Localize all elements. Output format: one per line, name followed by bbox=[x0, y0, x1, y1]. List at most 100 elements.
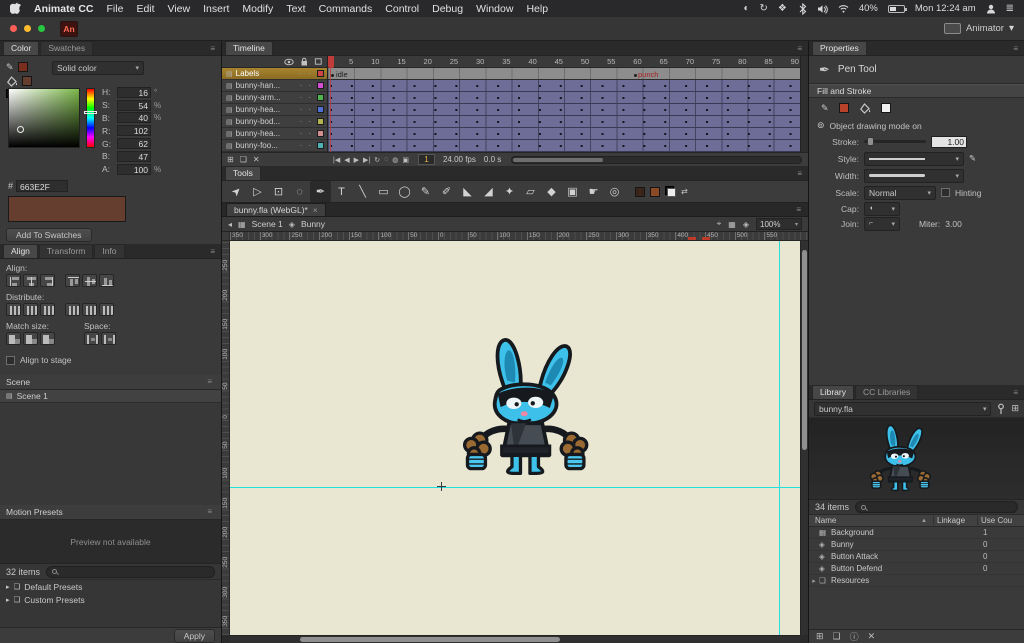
vertical-ruler[interactable]: 25020015010050050100150200250300350 bbox=[222, 241, 230, 635]
layer-visibility-dot[interactable] bbox=[300, 81, 303, 90]
timeline-layer-frames[interactable] bbox=[328, 92, 800, 104]
stage-canvas[interactable] bbox=[230, 241, 800, 635]
close-document-icon[interactable]: × bbox=[313, 206, 318, 215]
playhead-handle[interactable] bbox=[328, 56, 334, 68]
add-to-swatches-button[interactable]: Add To Swatches bbox=[6, 228, 92, 242]
layer-lock-dot[interactable] bbox=[308, 69, 311, 78]
color-value-input[interactable]: 54 bbox=[117, 100, 151, 111]
dropbox-icon[interactable]: ❖ bbox=[778, 4, 787, 14]
current-frame-field[interactable]: 1 bbox=[418, 154, 435, 165]
current-color-swatch[interactable] bbox=[8, 196, 126, 222]
space-vertical-button[interactable] bbox=[84, 332, 99, 345]
lasso-tool-button[interactable]: ◌ bbox=[289, 181, 310, 202]
layer-visibility-dot[interactable] bbox=[300, 117, 303, 126]
menubar-menu[interactable]: Text bbox=[286, 3, 305, 15]
scene-list-item[interactable]: ▤ Scene 1 bbox=[0, 390, 221, 403]
go-to-first-frame-button[interactable]: |◀ bbox=[333, 156, 340, 164]
back-button[interactable]: ◂ bbox=[228, 220, 232, 229]
distribute-vertical-center-button[interactable] bbox=[23, 303, 38, 316]
eraser-tool-button[interactable]: ▱ bbox=[520, 181, 541, 202]
workspace-switcher[interactable]: Animator ▾ bbox=[944, 23, 1014, 34]
menubar-menu[interactable]: Control bbox=[385, 3, 419, 15]
new-folder-button[interactable]: ❏ bbox=[240, 155, 247, 164]
apple-menu-icon[interactable] bbox=[10, 2, 21, 15]
stroke-pencil-icon[interactable]: ✎ bbox=[6, 62, 14, 73]
layer-outline-color-swatch[interactable] bbox=[317, 82, 324, 89]
timeline-layer-frames[interactable] bbox=[328, 80, 800, 92]
toolbar-fill-color-chip[interactable] bbox=[650, 187, 660, 197]
color-value-input[interactable]: 40 bbox=[117, 112, 151, 123]
library-item[interactable]: ◈ Button Attack 0 bbox=[809, 551, 1024, 563]
layer-lock-dot[interactable] bbox=[308, 81, 311, 90]
horizontal-guide[interactable] bbox=[230, 487, 800, 488]
library-item[interactable]: ▦ Background 1 bbox=[809, 527, 1024, 539]
slider-thumb[interactable] bbox=[867, 137, 874, 146]
tab-library[interactable]: Library bbox=[812, 385, 854, 399]
menubar-menu[interactable]: Help bbox=[526, 3, 548, 15]
step-back-button[interactable]: ◀ bbox=[344, 156, 349, 164]
edit-stroke-style-icon[interactable]: ✎ bbox=[969, 153, 976, 164]
preset-folder-row[interactable]: ▸ ❏ Default Presets bbox=[0, 580, 221, 593]
layer-lock-dot[interactable] bbox=[308, 93, 311, 102]
layer-lock-dot[interactable] bbox=[308, 117, 311, 126]
timeline-layer[interactable]: Labels bbox=[222, 68, 327, 80]
color-value-input[interactable]: 102 bbox=[117, 125, 151, 136]
ink-bottle-tool-button[interactable]: ◢ bbox=[478, 181, 499, 202]
align-top-button[interactable] bbox=[65, 274, 80, 287]
tab-timeline[interactable]: Timeline bbox=[225, 41, 273, 55]
distribute-bottom-button[interactable] bbox=[40, 303, 55, 316]
expander-icon[interactable]: ▸ bbox=[809, 577, 819, 585]
join-select[interactable]: ⌐ ▾ bbox=[864, 217, 900, 231]
library-document-select[interactable]: bunny.fla ▾ bbox=[814, 402, 991, 416]
menubar-menu[interactable]: Insert bbox=[203, 3, 229, 15]
timeline-frames-area[interactable]: 51015202530354045505560657075808590 idle… bbox=[328, 56, 800, 152]
layer-visibility-dot[interactable] bbox=[300, 93, 303, 102]
timeline-layer[interactable]: bunny-hea... bbox=[222, 104, 327, 116]
delete-item-button[interactable]: ✕ bbox=[868, 631, 876, 642]
library-item[interactable]: ◈ Button Defend 0 bbox=[809, 563, 1024, 575]
library-item[interactable]: ◈ Bunny 0 bbox=[809, 539, 1024, 551]
new-symbol-button[interactable]: ⊞ bbox=[816, 631, 824, 642]
timeline-layer-frames[interactable] bbox=[328, 104, 800, 116]
timeline-layer[interactable]: bunny-bod... bbox=[222, 116, 327, 128]
breadcrumb-symbol[interactable]: Bunny bbox=[301, 219, 325, 229]
document-tab[interactable]: bunny.fla (WebGL)* × bbox=[226, 203, 326, 216]
show-hide-all-layers-icon[interactable] bbox=[284, 58, 294, 66]
menubar-menu[interactable]: Edit bbox=[136, 3, 154, 15]
zoom-window-button[interactable] bbox=[38, 25, 45, 32]
apply-preset-button[interactable]: Apply bbox=[174, 629, 215, 643]
onion-skin-outlines-button[interactable]: ◍ bbox=[392, 156, 398, 164]
space-horizontal-button[interactable] bbox=[101, 332, 116, 345]
cap-select[interactable]: ◖ ▾ bbox=[864, 202, 900, 216]
miter-value[interactable]: 3.00 bbox=[945, 219, 962, 229]
panel-menu-icon[interactable]: ≡ bbox=[794, 44, 805, 55]
user-icon[interactable] bbox=[986, 4, 996, 14]
pencil-tool-button[interactable]: ✎ bbox=[415, 181, 436, 202]
align-right-button[interactable] bbox=[40, 274, 55, 287]
layer-visibility-dot[interactable] bbox=[300, 69, 303, 78]
free-transform-tool-button[interactable]: ⊡ bbox=[268, 181, 289, 202]
tab-color[interactable]: Color bbox=[3, 41, 39, 55]
panel-menu-icon[interactable]: ≡ bbox=[1010, 388, 1021, 399]
hinting-checkbox[interactable] bbox=[941, 188, 950, 197]
layer-outline-color-swatch[interactable] bbox=[317, 142, 324, 149]
delete-layer-button[interactable]: ✕ bbox=[253, 155, 260, 164]
timeline-layer[interactable]: bunny-han... bbox=[222, 80, 327, 92]
toolbar-stroke-color-chip[interactable] bbox=[635, 187, 645, 197]
stage-horizontal-scrollbar[interactable] bbox=[230, 635, 800, 643]
distribute-left-button[interactable] bbox=[65, 303, 80, 316]
zoom-level-select[interactable]: 100% ▾ bbox=[756, 218, 802, 230]
volume-icon[interactable] bbox=[817, 4, 828, 14]
expander-icon[interactable]: ▸ bbox=[6, 596, 10, 604]
battery-icon[interactable] bbox=[888, 5, 905, 13]
color-value-input[interactable]: 100 bbox=[117, 164, 151, 175]
layer-outline-color-swatch[interactable] bbox=[317, 106, 324, 113]
zoom-tool-button[interactable]: ◎ bbox=[604, 181, 625, 202]
frame-number-ruler[interactable]: 51015202530354045505560657075808590 bbox=[328, 56, 800, 68]
menubar-clock[interactable]: Mon 12:24 am bbox=[915, 3, 976, 14]
match-width-height-button[interactable] bbox=[40, 332, 55, 345]
oval-tool-button[interactable]: ◯ bbox=[394, 181, 415, 202]
rectangle-tool-button[interactable]: ▭ bbox=[373, 181, 394, 202]
panel-menu-icon[interactable]: ≡ bbox=[1010, 44, 1021, 55]
lock-all-layers-icon[interactable] bbox=[299, 57, 309, 66]
